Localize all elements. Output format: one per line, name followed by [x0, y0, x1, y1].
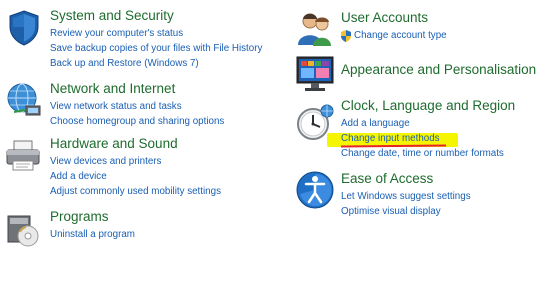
link-backup-restore[interactable]: Back up and Restore (Windows 7): [50, 57, 280, 72]
link-windows-suggest[interactable]: Let Windows suggest settings: [341, 190, 540, 205]
printer-icon: [4, 135, 44, 175]
uac-shield-icon: [341, 30, 351, 43]
ease-of-access-icon: [295, 170, 335, 210]
link-devices-printers[interactable]: View devices and printers: [50, 155, 280, 170]
category-title-clock-language[interactable]: Clock, Language and Region: [341, 97, 540, 114]
link-add-device[interactable]: Add a device: [50, 170, 280, 185]
link-review-status[interactable]: Review your computer's status: [50, 27, 280, 42]
category-title-programs[interactable]: Programs: [50, 208, 280, 225]
link-mobility-settings[interactable]: Adjust commonly used mobility settings: [50, 185, 280, 200]
link-optimise-display[interactable]: Optimise visual display: [341, 205, 540, 220]
link-change-input-methods-label: Change input methods: [341, 132, 440, 144]
link-change-account-type[interactable]: Change account type: [341, 29, 540, 44]
link-change-input-methods[interactable]: Change input methods: [327, 132, 540, 148]
category-title-system-security[interactable]: System and Security: [50, 7, 280, 24]
link-uninstall-program[interactable]: Uninstall a program: [50, 228, 280, 243]
users-icon: [295, 9, 335, 49]
link-change-account-type-label: Change account type: [354, 30, 447, 41]
category-title-hardware-sound[interactable]: Hardware and Sound: [50, 135, 280, 152]
programs-disc-icon: [4, 208, 44, 248]
shield-icon: [4, 7, 44, 47]
monitor-icon: [295, 54, 335, 94]
link-add-language[interactable]: Add a language: [341, 117, 540, 132]
category-title-appearance[interactable]: Appearance and Personalisation: [341, 61, 540, 78]
category-title-user-accounts[interactable]: User Accounts: [341, 9, 540, 26]
link-network-status[interactable]: View network status and tasks: [50, 100, 280, 115]
link-date-time-formats[interactable]: Change date, time or number formats: [341, 147, 540, 162]
category-title-network-internet[interactable]: Network and Internet: [50, 80, 280, 97]
category-title-ease-of-access[interactable]: Ease of Access: [341, 170, 540, 187]
globe-network-icon: [4, 80, 44, 120]
link-homegroup[interactable]: Choose homegroup and sharing options: [50, 115, 280, 130]
link-file-history[interactable]: Save backup copies of your files with Fi…: [50, 42, 280, 57]
